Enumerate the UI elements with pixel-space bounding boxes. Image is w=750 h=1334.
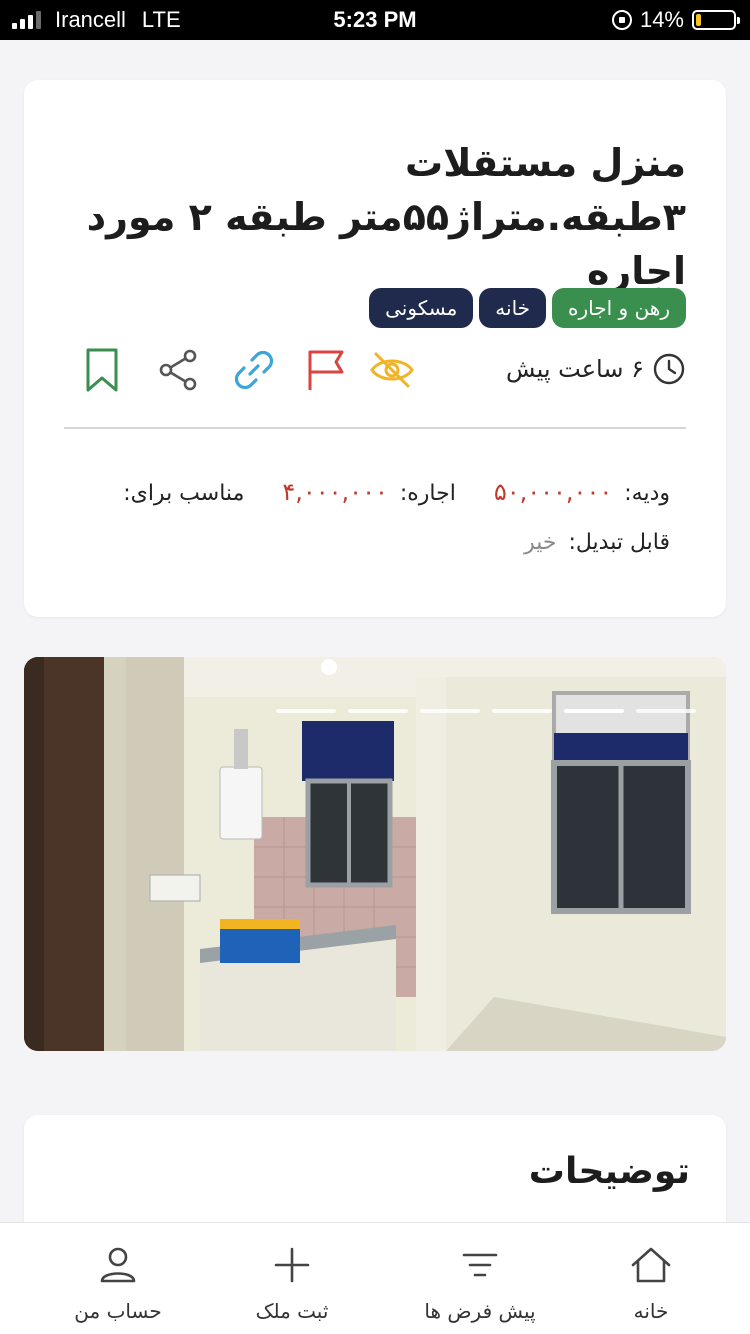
deposit-label: ودیه: [624, 481, 670, 506]
home-icon [631, 1247, 671, 1283]
share-icon[interactable] [154, 346, 202, 394]
gallery-dot[interactable] [276, 709, 336, 713]
status-bar: Irancell LTE 5:23 PM 14% [0, 0, 750, 40]
gallery-dot[interactable] [564, 709, 624, 713]
gallery-dot[interactable] [636, 709, 696, 713]
nav-presets[interactable]: پیش فرض ها [390, 1223, 570, 1334]
nav-presets-label: پیش فرض ها [424, 1299, 536, 1323]
exchangeable-value: خیر [524, 530, 557, 555]
nav-home-label: خانه [633, 1299, 669, 1323]
tag-usage[interactable]: مسکونی [369, 288, 474, 328]
nav-home[interactable]: خانه [561, 1223, 741, 1334]
flag-icon[interactable] [302, 346, 350, 394]
gallery-dot[interactable] [348, 709, 408, 713]
eye-off-icon[interactable] [368, 346, 416, 394]
battery-percent: 14% [639, 7, 684, 32]
gallery-dot[interactable] [492, 709, 552, 713]
status-right: 14% [611, 7, 740, 33]
rotation-lock-icon [611, 10, 632, 30]
exchangeable-row: قابل تبدیل: خیر [524, 530, 670, 555]
gallery-dot[interactable] [420, 709, 480, 713]
nav-account-label: حساب من [74, 1299, 162, 1323]
deposit-value: ۵۰,۰۰۰,۰۰۰ [493, 478, 613, 506]
bookmark-icon[interactable] [78, 346, 126, 394]
clock-icon [653, 353, 685, 385]
battery-fill [696, 14, 701, 26]
battery-icon [692, 10, 740, 30]
filter-icon [462, 1253, 498, 1277]
plus-icon [274, 1247, 310, 1283]
suitable-for-label: مناسب برای: [123, 481, 245, 506]
listing-title: منزل مستقلات ۳طبقه.متراژ۵۵متر طبقه ۲ مور… [86, 141, 686, 293]
listing-actions: ۶ ساعت پیش [64, 342, 686, 398]
nav-add-property[interactable]: ثبت ملک [202, 1223, 382, 1334]
description-title: توضیحات [528, 1151, 690, 1192]
rent-value: ۴,۰۰۰,۰۰۰ [282, 478, 388, 506]
nav-account[interactable]: حساب من [28, 1223, 208, 1334]
room-photo [24, 657, 726, 1051]
tag-category[interactable]: خانه [479, 288, 547, 328]
rent-label: اجاره: [399, 481, 456, 506]
posted-time-label: ۶ ساعت پیش [506, 355, 644, 383]
gallery-indicator [276, 709, 696, 713]
posted-time: ۶ ساعت پیش [506, 352, 686, 386]
tag-deal-type[interactable]: رهن و اجاره [552, 288, 686, 328]
tag-list: رهن و اجاره خانه مسکونی [369, 288, 686, 328]
exchangeable-label: قابل تبدیل: [568, 530, 670, 555]
divider [64, 427, 686, 429]
nav-add-property-label: ثبت ملک [255, 1299, 329, 1323]
user-icon [100, 1247, 136, 1283]
bottom-nav: خانه پیش فرض ها ثبت ملک حساب من [0, 1222, 750, 1334]
listing-card: منزل مستقلات ۳طبقه.متراژ۵۵متر طبقه ۲ مور… [24, 80, 726, 617]
price-row: ودیه: ۵۰,۰۰۰,۰۰۰ اجاره: ۴,۰۰۰,۰۰۰ مناسب … [123, 478, 670, 506]
link-icon[interactable] [230, 346, 278, 394]
photo-gallery[interactable] [24, 657, 726, 1051]
